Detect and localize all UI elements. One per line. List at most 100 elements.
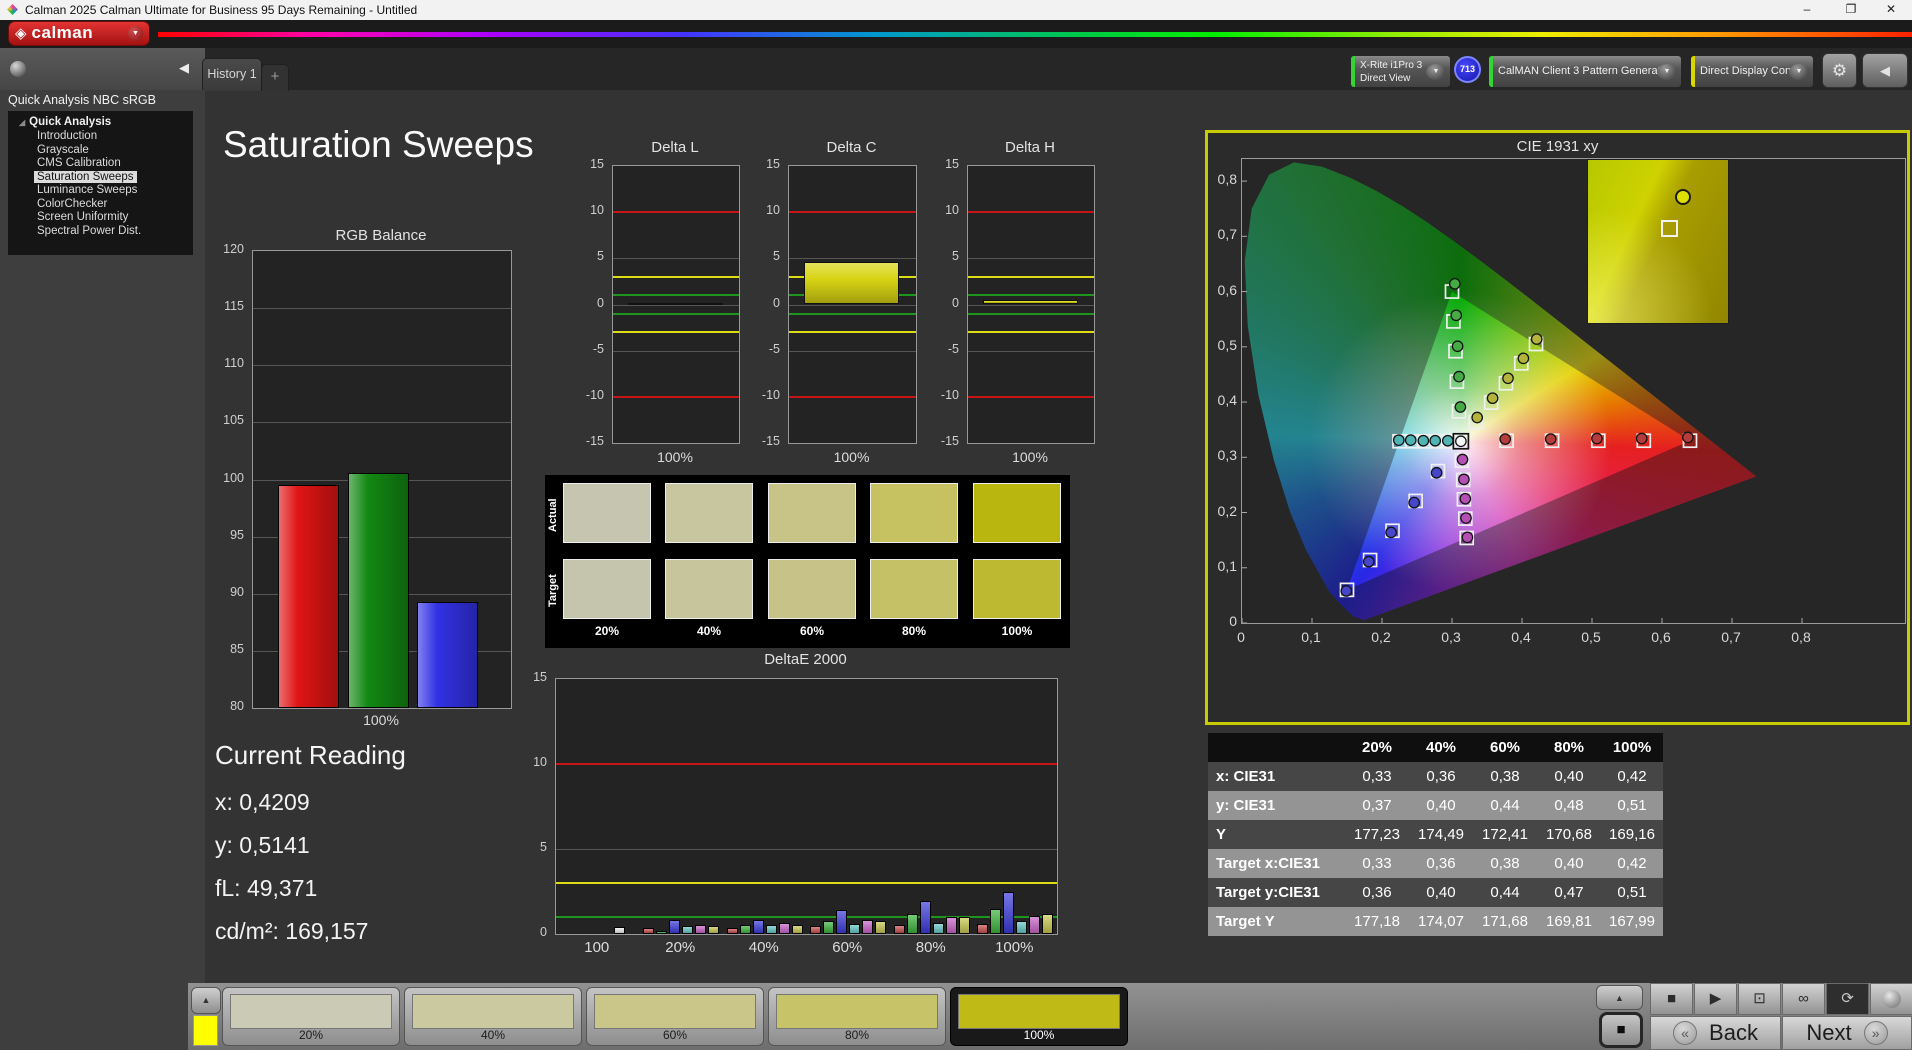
sidebar-item-screen-uniformity[interactable]: Screen Uniformity — [34, 211, 131, 223]
toolbar: ◀ History 1 + X-Rite i1Pro 3 Direct View… — [0, 48, 1912, 91]
deltae-bar-blue — [752, 919, 764, 934]
transport-panel-up-icon[interactable]: ▲ — [1596, 985, 1643, 1010]
cie-1931-panel[interactable]: CIE 1931 xy 0 0,1 0,2 0,3 0,4 0,5 0,6 0,7 0,8 0 0,… — [1205, 130, 1910, 725]
deltae-bar-yellow — [875, 921, 887, 934]
collapse-left-icon[interactable]: ◀ — [179, 60, 189, 76]
rgb-balance-x-label: 100% — [363, 712, 399, 728]
collapse-right-panel-button[interactable]: ◀ — [1862, 53, 1908, 88]
restore-icon[interactable]: ❐ — [1834, 0, 1868, 20]
back-label: Back — [1709, 1020, 1758, 1045]
current-pattern-swatch[interactable] — [193, 1015, 218, 1046]
current-reading-heading: Current Reading — [215, 740, 406, 770]
deltae-bar-magenta — [862, 920, 874, 934]
add-tab-button[interactable]: + — [261, 64, 289, 91]
pattern-generator-dropdown[interactable]: CalMAN Client 3 Pattern Generator ▼ — [1488, 55, 1682, 88]
rgb-bar-blue — [417, 601, 478, 708]
close-icon[interactable]: ✕ — [1874, 0, 1908, 20]
calman-logo-button[interactable]: ◈ calman ▼ — [8, 21, 150, 46]
gear-icon[interactable]: ⚙ — [1822, 53, 1857, 88]
delta-l-title: Delta L — [651, 139, 699, 156]
calman-window: Calman 2025 Calman Ultimate for Business… — [0, 0, 1912, 1050]
workflow-title: Quick Analysis NBC sRGB — [8, 93, 156, 107]
delta-c-bar — [804, 262, 899, 305]
chevron-right-icon: » — [1863, 1021, 1888, 1045]
sidebar-item-colorchecker[interactable]: ColorChecker — [34, 198, 110, 210]
pattern-status-accent — [1489, 56, 1493, 87]
sidebar-item-saturation-sweeps[interactable]: Saturation Sweeps — [34, 170, 137, 183]
display-control-dropdown[interactable]: Direct Display Control ▼ — [1690, 55, 1814, 88]
chevron-left-icon: « — [1673, 1021, 1698, 1045]
pattern-label: 100% — [1023, 1028, 1055, 1042]
deltae-bar-magenta — [778, 922, 790, 934]
deltae-2000-chart[interactable] — [555, 678, 1058, 935]
pattern-button-80%[interactable]: 80% — [768, 987, 946, 1046]
sidebar-item-introduction[interactable]: Introduction — [34, 130, 100, 142]
pattern-label: 20% — [298, 1028, 324, 1042]
infinite-loop-icon[interactable]: ∞ — [1782, 983, 1825, 1015]
swatch-col-label: 40% — [696, 624, 722, 638]
delta-c-chart[interactable] — [788, 165, 917, 444]
actual-swatch-100% — [973, 483, 1061, 543]
rgb-balance-title: RGB Balance — [335, 227, 427, 244]
pattern-window-icon[interactable]: ⊡ — [1738, 983, 1781, 1015]
cie-data-points — [1242, 180, 1803, 623]
pattern-button-40%[interactable]: 40% — [404, 987, 582, 1046]
stop-pattern-button[interactable]: ■ — [1599, 1012, 1643, 1048]
actual-target-swatch-panel: Actual Target 20% 40% 60% 80% 100% — [545, 475, 1070, 648]
deltae-bar-green — [739, 924, 751, 934]
window-title: Calman 2025 Calman Ultimate for Business… — [25, 3, 418, 17]
deltae-bar-magenta — [695, 924, 707, 934]
inset-target-point — [1660, 220, 1678, 238]
deltae-bar-blue — [836, 910, 848, 934]
tree-expander-icon[interactable]: ◢ — [19, 118, 25, 127]
rainbow-gradient-bar — [158, 32, 1912, 37]
target-row-label: Target — [547, 574, 559, 608]
tab-history-1[interactable]: History 1 — [202, 58, 262, 91]
meter-dropdown[interactable]: X-Rite i1Pro 3 Direct View ▼ — [1350, 55, 1451, 88]
back-button[interactable]: « Back — [1650, 1016, 1781, 1050]
inset-measured-point — [1674, 189, 1691, 206]
rgb-bar-green — [348, 472, 409, 708]
pattern-panel-up-icon[interactable]: ▲ — [191, 987, 221, 1014]
meter-badge[interactable]: 713 — [1454, 56, 1481, 83]
pattern-swatch — [958, 994, 1120, 1029]
sidebar-item-spectral-power-dist-[interactable]: Spectral Power Dist. — [34, 225, 144, 237]
chevron-down-icon[interactable]: ▼ — [1657, 64, 1677, 80]
delta-l-y-axis: 15 10 5 0 -5 -10 -15 — [585, 157, 604, 448]
target-swatch-80% — [870, 559, 958, 619]
stop-icon[interactable]: ■ — [1650, 983, 1693, 1015]
workflow-tree: ◢ Quick Analysis Introduction Grayscale CMS… — [8, 111, 193, 255]
next-button[interactable]: Next » — [1782, 1016, 1912, 1050]
pattern-button-20%[interactable]: 20% — [222, 987, 400, 1046]
deltae-2000-y-axis: 0 5 10 15 — [533, 670, 547, 939]
sphere-icon[interactable] — [10, 61, 26, 77]
chevron-down-icon[interactable]: ▼ — [1789, 64, 1809, 80]
delta-h-bar — [983, 299, 1078, 305]
delta-l-chart[interactable] — [612, 165, 740, 444]
rgb-balance-chart[interactable] — [252, 250, 512, 709]
pattern-button-100%[interactable]: 100% — [950, 987, 1128, 1046]
sidebar-item-luminance-sweeps[interactable]: Luminance Sweeps — [34, 184, 140, 196]
deltae-bar-red — [977, 923, 989, 934]
swatch-col-label: 80% — [901, 624, 927, 638]
deltae-bar-yellow — [708, 925, 720, 934]
minimize-icon[interactable]: – — [1790, 0, 1824, 20]
deltae-bar-magenta — [945, 917, 957, 934]
deltae-2000-title: DeltaE 2000 — [764, 651, 847, 668]
loop-icon[interactable]: ⟳ — [1826, 983, 1869, 1015]
play-icon[interactable]: ▶ — [1694, 983, 1737, 1015]
target-swatch-20% — [563, 559, 651, 619]
calman-diamond-icon: ◈ — [15, 25, 27, 42]
cie-1931-plot[interactable] — [1241, 158, 1906, 624]
chevron-down-icon[interactable]: ▼ — [128, 26, 143, 41]
rgb-bar-red — [278, 485, 339, 708]
pattern-button-60%[interactable]: 60% — [586, 987, 764, 1046]
delta-h-chart[interactable] — [967, 165, 1095, 444]
sphere-icon[interactable] — [1870, 983, 1912, 1015]
chevron-down-icon[interactable]: ▼ — [1426, 64, 1446, 80]
sidebar-item-cms-calibration[interactable]: CMS Calibration — [34, 157, 124, 169]
tree-root-quick-analysis[interactable]: ◢ Quick Analysis — [8, 116, 193, 128]
swatch-col-label: 20% — [594, 624, 620, 638]
sidebar-item-grayscale[interactable]: Grayscale — [34, 144, 92, 156]
deltae-bar-green — [906, 913, 918, 934]
